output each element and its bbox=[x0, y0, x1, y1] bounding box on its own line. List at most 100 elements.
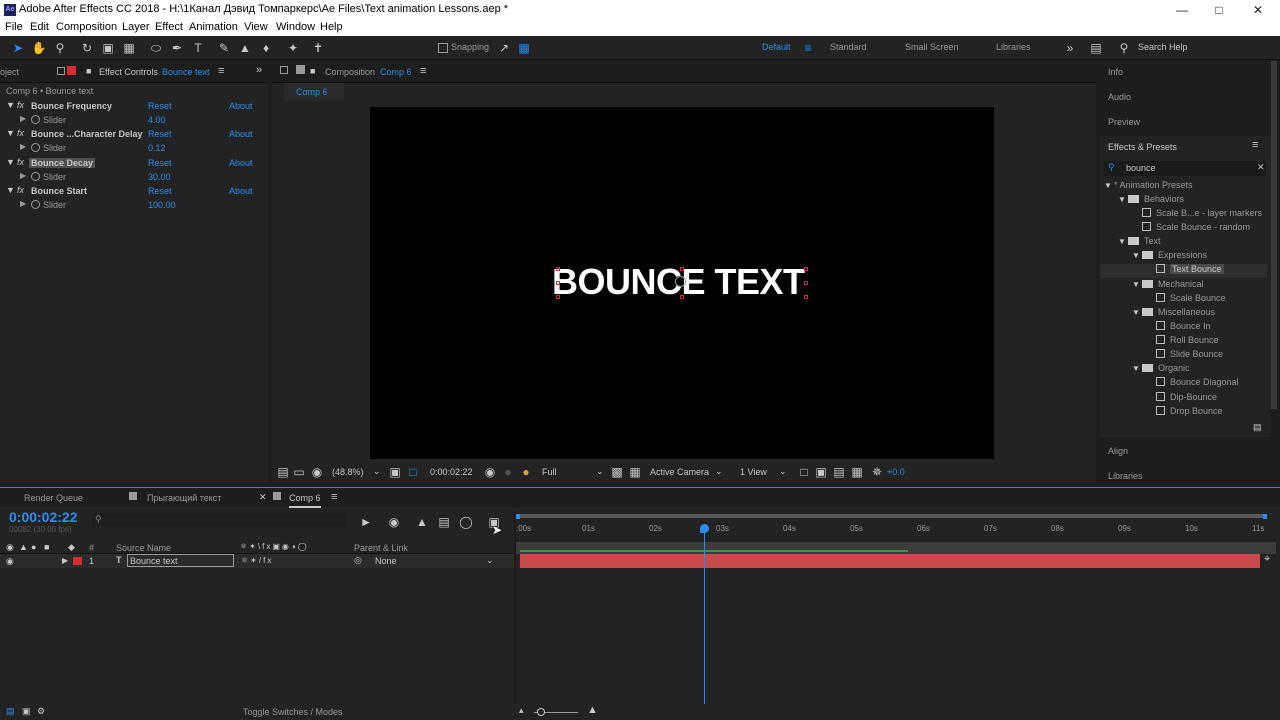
type-tool-icon[interactable]: T bbox=[190, 40, 206, 56]
show-snapshot-icon[interactable]: ● bbox=[500, 464, 516, 480]
fx-icon[interactable]: fx bbox=[17, 128, 24, 138]
layer-row[interactable]: ◉ ▶ 1 T Bounce text ⚛✶/fx ◎ None ⌄ bbox=[0, 554, 514, 568]
reset-exposure-icon[interactable]: ✵ bbox=[869, 464, 885, 480]
about-link[interactable]: About bbox=[229, 101, 253, 111]
project-tab[interactable]: oject bbox=[0, 67, 19, 77]
expand-icon[interactable]: ▼ bbox=[6, 157, 15, 167]
layer-switches[interactable]: ⚛✶/fx bbox=[241, 556, 273, 565]
expand-icon[interactable]: ▼ bbox=[1132, 364, 1142, 373]
selection-tool-icon[interactable]: ➤ bbox=[10, 40, 26, 56]
camera-select[interactable]: Active Camera bbox=[650, 467, 709, 477]
expand-icon[interactable]: ▼ bbox=[1118, 195, 1128, 204]
zoom-slider-handle[interactable] bbox=[537, 708, 545, 716]
lock-icon[interactable]: ■ bbox=[310, 66, 315, 76]
solo-icon[interactable]: ● bbox=[31, 542, 36, 552]
menu-composition[interactable]: Composition bbox=[56, 21, 117, 33]
stopwatch-icon[interactable] bbox=[31, 200, 40, 209]
source-name-header[interactable]: Source Name bbox=[116, 543, 171, 553]
current-time-display[interactable]: 0:00:02:22 bbox=[9, 509, 78, 525]
tree-animation-presets[interactable]: ▼ * Animation Presets bbox=[1104, 180, 1193, 194]
audio-icon[interactable]: ▲ bbox=[19, 542, 28, 552]
reset-link[interactable]: Reset bbox=[148, 186, 172, 196]
effects-search-field[interactable]: ⚲ bounce ✕ bbox=[1104, 161, 1266, 176]
slider-value[interactable]: 4.00 bbox=[148, 115, 166, 125]
panel-menu-icon[interactable]: ≡ bbox=[1252, 139, 1258, 151]
zoom-in-icon[interactable]: ▲ bbox=[587, 704, 598, 716]
visibility-eye-icon[interactable]: ◉ bbox=[6, 556, 14, 567]
layer-duration-bar[interactable] bbox=[520, 554, 1260, 568]
stopwatch-icon[interactable] bbox=[31, 172, 40, 181]
tree-preset-item[interactable]: Roll Bounce bbox=[1156, 335, 1219, 349]
tree-preset-text-bounce[interactable]: Text Bounce bbox=[1156, 264, 1224, 278]
tree-behaviors[interactable]: ▼ Behaviors bbox=[1118, 194, 1184, 208]
layer-view-icon[interactable]: ▦ bbox=[849, 464, 865, 480]
zoom-to-end-icon[interactable]: ⌖ bbox=[1264, 553, 1270, 566]
clone-stamp-tool-icon[interactable]: ▲ bbox=[237, 40, 253, 56]
expand-icon[interactable]: ▼ bbox=[1104, 181, 1114, 190]
tab-bouncing-text[interactable]: Прыгающий текст bbox=[147, 493, 221, 503]
puppet-pin-tool-icon[interactable]: ✝ bbox=[310, 40, 326, 56]
pan-behind-tool-icon[interactable]: ▦ bbox=[121, 40, 137, 56]
fx-icon[interactable]: fx bbox=[17, 100, 24, 110]
menu-edit[interactable]: Edit bbox=[30, 21, 49, 33]
frame-blending-icon[interactable]: ▤ bbox=[436, 514, 452, 530]
slider-value[interactable]: 0.12 bbox=[148, 143, 166, 153]
stopwatch-icon[interactable] bbox=[31, 143, 40, 152]
effect-bounce-frequency[interactable]: ▼ fx Bounce Frequency Reset About bbox=[0, 99, 256, 113]
expand-layer-switches-icon[interactable]: ▤ bbox=[6, 706, 15, 717]
search-help-icon[interactable]: ⚲ bbox=[1116, 40, 1132, 56]
view-layout-select[interactable]: 1 View bbox=[740, 467, 767, 477]
exposure-value[interactable]: +0.0 bbox=[887, 467, 905, 477]
selection-handle[interactable] bbox=[680, 295, 684, 299]
tree-organic[interactable]: ▼ Organic bbox=[1132, 363, 1190, 377]
anchor-point-icon[interactable] bbox=[675, 276, 686, 287]
menu-window[interactable]: Window bbox=[276, 21, 315, 33]
tree-preset-item[interactable]: Scale B...e - layer markers bbox=[1142, 208, 1262, 222]
layer-name[interactable]: Bounce text bbox=[127, 554, 234, 567]
zoom-level-select[interactable]: (48.8%) bbox=[332, 467, 364, 477]
workspace-overflow-icon[interactable]: » bbox=[1062, 40, 1078, 56]
audio-panel-tab[interactable]: Audio bbox=[1108, 92, 1131, 102]
expand-panel-icon[interactable]: » bbox=[256, 64, 262, 76]
lock-icon[interactable]: ■ bbox=[86, 66, 91, 76]
fast-previews-icon[interactable]: ▩ bbox=[609, 464, 625, 480]
preview-panel-tab[interactable]: Preview bbox=[1108, 117, 1140, 127]
zoom-out-icon[interactable]: ▴ bbox=[519, 705, 524, 716]
expand-icon[interactable]: ▶ bbox=[62, 556, 68, 565]
tree-text[interactable]: ▼ Text bbox=[1118, 236, 1161, 250]
effects-presets-title[interactable]: Effects & Presets bbox=[1108, 142, 1177, 152]
selection-handle[interactable] bbox=[804, 267, 808, 271]
transparency-grid-icon[interactable]: ▦ bbox=[627, 464, 643, 480]
expand-icon[interactable]: ▼ bbox=[1132, 251, 1142, 260]
toggle-switches-modes[interactable]: Toggle Switches / Modes bbox=[243, 707, 343, 717]
composition-name[interactable]: Comp 6 bbox=[380, 67, 412, 77]
expand-icon[interactable]: ▼ bbox=[6, 100, 15, 110]
chevron-down-icon[interactable]: ⌄ bbox=[715, 466, 723, 477]
panel-menu-icon[interactable]: ≡ bbox=[218, 65, 224, 77]
close-tab-icon[interactable] bbox=[57, 67, 65, 75]
menu-effect[interactable]: Effect bbox=[155, 21, 183, 33]
snap-option-icon[interactable]: ↗ bbox=[496, 40, 512, 56]
minimize-button[interactable]: — bbox=[1164, 0, 1200, 20]
tab-render-queue[interactable]: Render Queue bbox=[24, 493, 83, 503]
sync-settings-icon[interactable]: ▤ bbox=[1088, 40, 1104, 56]
clear-search-icon[interactable]: ✕ bbox=[1257, 162, 1265, 173]
slider-value[interactable]: 100.00 bbox=[148, 200, 176, 210]
mask-visibility-icon[interactable]: ◉ bbox=[309, 464, 325, 480]
right-scrollbar[interactable] bbox=[1271, 61, 1277, 409]
stopwatch-icon[interactable] bbox=[31, 115, 40, 124]
3d-view-icon[interactable]: ▣ bbox=[813, 464, 829, 480]
monitor-icon[interactable]: ▭ bbox=[291, 464, 307, 480]
switches-icons[interactable]: ⚛✶\fx▣◉◑◯ bbox=[240, 542, 309, 551]
timing-pane-icon[interactable]: ⚙ bbox=[37, 706, 45, 717]
selection-handle[interactable] bbox=[556, 295, 560, 299]
tab-comp-6[interactable]: Comp 6 bbox=[289, 493, 321, 508]
playhead-handle[interactable] bbox=[700, 524, 709, 533]
close-tab-icon[interactable]: ✕ bbox=[259, 492, 267, 503]
video-eye-icon[interactable]: ◉ bbox=[6, 542, 14, 553]
expand-icon[interactable]: ▶ bbox=[20, 171, 26, 180]
fx-icon[interactable]: fx bbox=[17, 185, 24, 195]
snap-grid-icon[interactable]: ▦ bbox=[516, 40, 532, 56]
parent-link-header[interactable]: Parent & Link bbox=[354, 543, 408, 553]
workspace-libraries[interactable]: Libraries bbox=[996, 42, 1031, 52]
